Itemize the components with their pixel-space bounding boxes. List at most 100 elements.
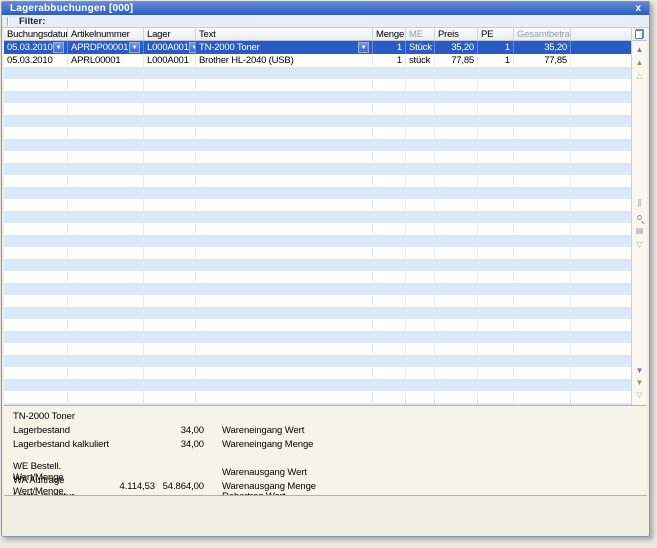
table-row[interactable]: 05.03.2010 APRL00001 L000A001 Brother HL-20… xyxy=(4,54,631,67)
empty-cell xyxy=(373,199,406,211)
cell-me[interactable]: Stück xyxy=(406,41,435,54)
empty-row[interactable] xyxy=(4,163,631,175)
empty-row[interactable] xyxy=(4,151,631,163)
column-header-pe[interactable]: PE xyxy=(478,28,514,40)
empty-row[interactable] xyxy=(4,391,631,403)
empty-row[interactable] xyxy=(4,127,631,139)
cell-gesamtbetrag[interactable]: 35,20 xyxy=(514,41,571,54)
empty-cell xyxy=(4,331,68,343)
column-header-preis[interactable]: Preis xyxy=(435,28,478,40)
column-header-me[interactable]: ME xyxy=(406,28,435,40)
cell-lager[interactable]: L000A001▼ xyxy=(144,41,196,54)
empty-cell xyxy=(478,391,514,403)
empty-row[interactable] xyxy=(4,343,631,355)
cell-preis[interactable]: 35,20 xyxy=(435,41,478,54)
details-icon[interactable]: ▤ xyxy=(632,226,647,236)
empty-row[interactable] xyxy=(4,319,631,331)
empty-cell xyxy=(571,127,631,139)
empty-row[interactable] xyxy=(4,67,631,79)
empty-row[interactable] xyxy=(4,295,631,307)
empty-row[interactable] xyxy=(4,331,631,343)
page-up-icon[interactable]: △ xyxy=(632,71,647,81)
empty-cell xyxy=(478,283,514,295)
column-header-buchungsdatum[interactable]: Buchungsdatum xyxy=(4,28,68,40)
column-header-lager[interactable]: Lager xyxy=(144,28,196,40)
empty-cell xyxy=(68,391,144,403)
dropdown-button[interactable]: ▼ xyxy=(188,42,195,53)
cell-pe[interactable]: 1 xyxy=(478,54,514,67)
cell-buchungsdatum[interactable]: 05.03.2010 xyxy=(4,54,68,67)
dropdown-button[interactable]: ▼ xyxy=(53,42,64,53)
empty-row[interactable] xyxy=(4,247,631,259)
grid-corner-button[interactable] xyxy=(632,28,647,41)
empty-row[interactable] xyxy=(4,307,631,319)
empty-cell xyxy=(196,127,373,139)
search-icon[interactable] xyxy=(632,212,647,222)
empty-cell xyxy=(68,91,144,103)
scroll-bottom-icon[interactable]: ▼ xyxy=(632,366,647,376)
empty-row[interactable] xyxy=(4,223,631,235)
empty-row[interactable] xyxy=(4,187,631,199)
cell-filler xyxy=(571,41,631,54)
empty-row[interactable] xyxy=(4,367,631,379)
empty-row[interactable] xyxy=(4,259,631,271)
empty-row[interactable] xyxy=(4,271,631,283)
empty-cell xyxy=(4,91,68,103)
empty-cell xyxy=(478,271,514,283)
cell-menge[interactable]: 1 xyxy=(373,54,406,67)
column-header-text[interactable]: Text xyxy=(196,28,373,40)
cell-menge[interactable]: 1 xyxy=(373,41,406,54)
scroll-top-icon[interactable]: ▲ xyxy=(632,45,647,55)
empty-cell xyxy=(514,163,571,175)
empty-row[interactable] xyxy=(4,115,631,127)
grid-side-toolbar: ▲ ▲ △ ∥ ▤ ▽ ▼ ▼ ▽ xyxy=(631,28,647,405)
cell-me[interactable]: stück xyxy=(406,54,435,67)
scroll-down-icon[interactable]: ▼ xyxy=(632,378,647,388)
empty-row[interactable] xyxy=(4,199,631,211)
cell-artikelnummer[interactable]: APRL00001 xyxy=(68,54,144,67)
empty-cell xyxy=(514,175,571,187)
dropdown-button[interactable]: ▼ xyxy=(358,42,369,53)
column-header-gesamtbetrag[interactable]: Gesamtbetrag xyxy=(514,28,571,40)
scroll-last-icon[interactable]: ▽ xyxy=(632,390,647,400)
cell-artikelnummer[interactable]: APRDP00001 ▼ xyxy=(68,41,144,54)
empty-row[interactable] xyxy=(4,379,631,391)
empty-cell xyxy=(373,115,406,127)
cell-text[interactable]: TN-2000 Toner ▼ xyxy=(196,41,373,54)
empty-cell xyxy=(68,271,144,283)
empty-row[interactable] xyxy=(4,79,631,91)
cell-gesamtbetrag[interactable]: 77,85 xyxy=(514,54,571,67)
cell-lager[interactable]: L000A001 xyxy=(144,54,196,67)
empty-cell xyxy=(144,199,196,211)
empty-row[interactable] xyxy=(4,139,631,151)
cell-text[interactable]: Brother HL-2040 (USB) xyxy=(196,54,373,67)
empty-row[interactable] xyxy=(4,211,631,223)
empty-row[interactable] xyxy=(4,175,631,187)
empty-cell xyxy=(68,127,144,139)
page-down-icon[interactable]: ▽ xyxy=(632,240,647,250)
empty-cell xyxy=(144,115,196,127)
title-bar[interactable]: Lagerabbuchungen [000] x xyxy=(2,2,649,15)
empty-row[interactable] xyxy=(4,103,631,115)
empty-row[interactable] xyxy=(4,355,631,367)
split-handle-icon[interactable]: ∥ xyxy=(632,198,647,208)
cell-pe[interactable]: 1 xyxy=(478,41,514,54)
empty-cell xyxy=(478,115,514,127)
dropdown-button[interactable]: ▼ xyxy=(129,42,140,53)
empty-cell xyxy=(373,91,406,103)
empty-row[interactable] xyxy=(4,283,631,295)
table-row[interactable]: 05.03.2010▼APRDP00001▼L000A001▼TN-2000 T… xyxy=(4,41,631,54)
empty-row[interactable] xyxy=(4,235,631,247)
close-button[interactable]: x xyxy=(635,3,641,14)
empty-cell xyxy=(406,319,435,331)
cell-buchungsdatum[interactable]: 05.03.2010 ▼ xyxy=(4,41,68,54)
scroll-up-icon[interactable]: ▲ xyxy=(632,58,647,68)
cell-preis[interactable]: 77,85 xyxy=(435,54,478,67)
empty-cell xyxy=(571,367,631,379)
empty-row[interactable] xyxy=(4,91,631,103)
empty-cell xyxy=(406,163,435,175)
empty-cell xyxy=(4,151,68,163)
empty-cell xyxy=(144,283,196,295)
column-header-menge[interactable]: Menge xyxy=(373,28,406,40)
column-header-artikelnummer[interactable]: Artikelnummer xyxy=(68,28,144,40)
